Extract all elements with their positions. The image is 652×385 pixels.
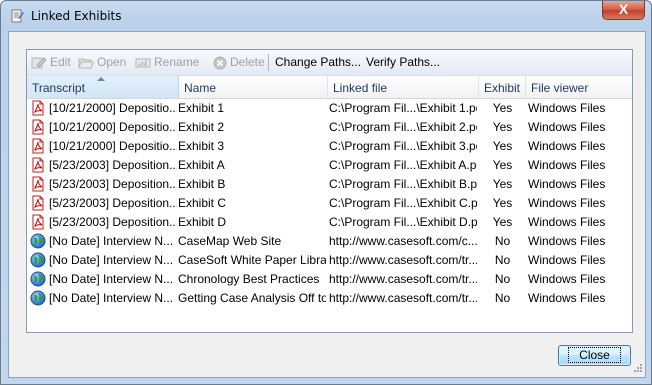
cell-linked-file: C:\Program Fil...\Exhibit 3.pdf: [329, 139, 477, 153]
column-header-file-viewer[interactable]: File viewer: [526, 76, 632, 98]
exhibits-panel: Edit Open ab Rename Delete Change Paths.…: [26, 49, 633, 333]
cell-viewer: Windows Files: [528, 272, 606, 286]
table-row[interactable]: [5/23/2003] Deposition... Exhibit B C:\Pro…: [27, 175, 632, 194]
open-folder-icon: [78, 58, 94, 69]
toolbar-separator: [268, 54, 269, 71]
cell-linked-file: C:\Program Fil...\Exhibit A.pdf: [329, 158, 477, 172]
rename-button[interactable]: ab Rename: [135, 54, 199, 71]
sort-ascending-icon: [97, 77, 105, 81]
cell-name: CaseMap Web Site: [178, 234, 282, 248]
cell-exhibit: Yes: [492, 196, 513, 210]
cell-transcript: [10/21/2000] Depositio...: [49, 101, 177, 115]
cell-viewer: Windows Files: [528, 139, 606, 153]
cell-transcript: [No Date] Interview N...: [49, 272, 174, 286]
cell-name: Getting Case Analysis Off to...: [178, 291, 326, 305]
cell-exhibit: Yes: [492, 101, 513, 115]
column-header-name[interactable]: Name: [179, 76, 328, 98]
cell-exhibit: Yes: [492, 158, 513, 172]
column-header-linked-file[interactable]: Linked file: [328, 76, 479, 98]
cell-linked-file: http://www.casesoft.com/c...: [329, 234, 477, 248]
edit-button[interactable]: Edit: [31, 54, 71, 71]
table-row[interactable]: [No Date] Interview N... CaseSoft White P…: [27, 251, 632, 270]
cell-exhibit: Yes: [492, 215, 513, 229]
window-close-button[interactable]: X: [602, 1, 645, 20]
cell-transcript: [5/23/2003] Deposition...: [49, 196, 177, 210]
cell-name: Exhibit 1: [178, 101, 225, 115]
cell-viewer: Windows Files: [528, 101, 606, 115]
cell-transcript: [5/23/2003] Deposition...: [49, 215, 177, 229]
cell-viewer: Windows Files: [528, 196, 606, 210]
dialog-body: Edit Open ab Rename Delete Change Paths.…: [8, 31, 646, 378]
table-row[interactable]: [10/21/2000] Depositio... Exhibit 2 C:\Pro…: [27, 118, 632, 137]
cell-viewer: Windows Files: [528, 177, 606, 191]
cell-viewer: Windows Files: [528, 234, 606, 248]
cell-exhibit: No: [494, 291, 511, 305]
cell-exhibit: Yes: [492, 177, 513, 191]
cell-viewer: Windows Files: [528, 291, 606, 305]
cell-linked-file: C:\Program Fil...\Exhibit D.pdf: [329, 215, 477, 229]
cell-transcript: [10/21/2000] Depositio...: [49, 120, 177, 134]
table-row[interactable]: [No Date] Interview N... Chronology Best …: [27, 270, 632, 289]
change-paths-button[interactable]: Change Paths...: [275, 54, 361, 71]
delete-icon: [213, 56, 227, 70]
svg-text:ab: ab: [138, 61, 146, 68]
cell-transcript: [No Date] Interview N...: [49, 234, 174, 248]
toolbar: Edit Open ab Rename Delete Change Paths.…: [27, 50, 632, 76]
window-title: Linked Exhibits: [31, 9, 122, 23]
delete-button[interactable]: Delete: [213, 54, 265, 71]
cell-name: Exhibit 3: [178, 139, 225, 153]
table-row[interactable]: [5/23/2003] Deposition... Exhibit C C:\Pro…: [27, 194, 632, 213]
cell-linked-file: C:\Program Fil...\Exhibit C.pdf: [329, 196, 477, 210]
exhibits-grid: Transcript Name Linked file Exhibit File…: [27, 76, 632, 332]
cell-linked-file: http://www.casesoft.com/tr...: [329, 272, 477, 286]
cell-name: Exhibit C: [178, 196, 227, 210]
cell-name: CaseSoft White Paper Library: [178, 253, 326, 267]
cell-viewer: Windows Files: [528, 158, 606, 172]
cell-name: Exhibit A: [178, 158, 225, 172]
cell-viewer: Windows Files: [528, 253, 606, 267]
cell-transcript: [5/23/2003] Deposition...: [49, 158, 177, 172]
edit-icon: [31, 57, 47, 69]
table-row[interactable]: [10/21/2000] Depositio... Exhibit 3 C:\Pro…: [27, 137, 632, 156]
linked-exhibits-window: Linked Exhibits X Edit Open ab Rename De…: [0, 0, 652, 385]
cell-linked-file: http://www.casesoft.com/tr...: [329, 253, 477, 267]
cell-exhibit: No: [494, 234, 511, 248]
resize-grip[interactable]: [631, 363, 643, 375]
cell-exhibit: Yes: [492, 139, 513, 153]
cell-exhibit: Yes: [492, 120, 513, 134]
cell-viewer: Windows Files: [528, 215, 606, 229]
cell-transcript: [10/21/2000] Depositio...: [49, 139, 177, 153]
column-header-transcript[interactable]: Transcript: [27, 76, 179, 98]
cell-linked-file: C:\Program Fil...\Exhibit B.pdf: [329, 177, 477, 191]
cell-name: Exhibit 2: [178, 120, 225, 134]
open-button[interactable]: Open: [78, 54, 126, 71]
table-row[interactable]: [No Date] Interview N... Getting Case Ana…: [27, 289, 632, 308]
cell-name: Exhibit B: [178, 177, 226, 191]
table-row[interactable]: [No Date] Interview N... CaseMap Web Site…: [27, 232, 632, 251]
table-row[interactable]: [5/23/2003] Deposition... Exhibit A C:\Pro…: [27, 156, 632, 175]
title-bar[interactable]: Linked Exhibits X: [1, 1, 651, 31]
close-button[interactable]: Close: [558, 345, 631, 366]
cell-linked-file: C:\Program Fil...\Exhibit 1.pdf: [329, 101, 477, 115]
table-row[interactable]: [10/21/2000] Depositio... Exhibit 1 C:\Pro…: [27, 99, 632, 118]
app-icon: [11, 9, 24, 23]
cell-exhibit: No: [494, 272, 511, 286]
cell-transcript: [No Date] Interview N...: [49, 253, 174, 267]
cell-exhibit: No: [494, 253, 511, 267]
verify-paths-button[interactable]: Verify Paths...: [366, 54, 440, 71]
cell-transcript: [5/23/2003] Deposition...: [49, 177, 177, 191]
cell-transcript: [No Date] Interview N...: [49, 291, 174, 305]
cell-viewer: Windows Files: [528, 120, 606, 134]
cell-linked-file: http://www.casesoft.com/tr...: [329, 291, 477, 305]
rename-icon: ab: [135, 58, 151, 68]
grid-header: Transcript Name Linked file Exhibit File…: [27, 76, 632, 99]
cell-name: Chronology Best Practices: [178, 272, 320, 286]
column-header-exhibit[interactable]: Exhibit: [479, 76, 526, 98]
table-row[interactable]: [5/23/2003] Deposition... Exhibit D C:\Pro…: [27, 213, 632, 232]
cell-name: Exhibit D: [178, 215, 227, 229]
cell-linked-file: C:\Program Fil...\Exhibit 2.pdf: [329, 120, 477, 134]
close-icon: X: [618, 1, 629, 17]
